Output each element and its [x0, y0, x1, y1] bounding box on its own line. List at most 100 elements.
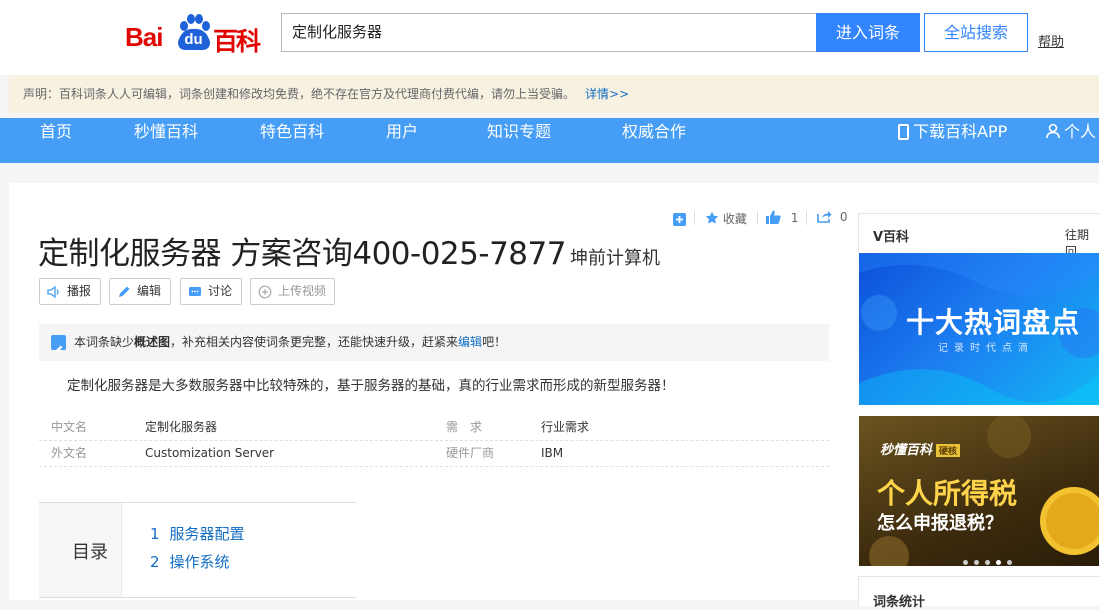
basic-info-row: 中文名 定制化服务器 需 求 行业需求 [39, 414, 829, 441]
edit-button[interactable]: 编辑 [109, 278, 171, 305]
tip-bold: 概述图 [134, 335, 171, 349]
tip-suffix: 吧！ [482, 335, 507, 349]
user-center-link[interactable]: 个人 [1046, 118, 1096, 142]
tip-prefix: 本词条缺少 [74, 335, 135, 349]
toc-text: 服务器配置 [169, 525, 245, 543]
banner-brand-text: 秒懂百科 [880, 443, 933, 458]
info-key: 硬件厂商 [446, 446, 495, 460]
enter-entry-button[interactable]: 进入词条 [816, 13, 920, 52]
banner-tag: 硬核 [936, 444, 961, 457]
info-value: Customization Server [145, 446, 275, 460]
logo-du-text: du [184, 31, 203, 48]
like-button[interactable]: 1 [766, 210, 798, 225]
banner-title: 个人所得税 [877, 477, 1018, 510]
share-icon [817, 211, 832, 223]
carousel-dot-active[interactable] [996, 560, 1001, 565]
broadcast-button[interactable]: 播报 [39, 278, 101, 305]
nav-item-users[interactable]: 用户 [386, 118, 418, 142]
discuss-label: 讨论 [208, 284, 233, 298]
discuss-button[interactable]: 讨论 [180, 278, 242, 305]
toc-label: 目录 [72, 542, 108, 563]
divider [694, 211, 695, 225]
edit-pen-icon [51, 335, 66, 353]
page-title: 定制化服务器 方案咨询400-025-7877 坤前计算机 [38, 228, 660, 273]
notice-bar: 声明：百科词条人人可编辑，词条创建和修改均免费，绝不存在官方及代理商付费代编，请… [9, 75, 1099, 113]
logo-bai-text: Bai [125, 22, 163, 52]
share-count: 0 [839, 210, 848, 224]
star-icon [705, 211, 719, 224]
nav-item-topics[interactable]: 知识专题 [487, 118, 551, 142]
edit-label: 编辑 [137, 284, 162, 298]
entry-stats-title: 词条统计 [873, 595, 926, 610]
entry-summary: 定制化服务器是大多数服务器中比较特殊的，基于服务器的基础，真的行业需求而形成的新… [67, 378, 675, 394]
search-input[interactable]: 定制化服务器 [281, 13, 817, 52]
nav-item-featured[interactable]: 特色百科 [260, 118, 324, 142]
divider [806, 211, 807, 225]
speaker-icon [47, 285, 59, 299]
table-of-contents: 目录 1 服务器配置 2 操作系统 [39, 502, 356, 598]
plus-circle-icon [258, 285, 272, 299]
banner-brand: 秒懂百科 硬核 [880, 439, 961, 458]
nav-item-miaodong[interactable]: 秒懂百科 [134, 118, 198, 142]
tip-edit-link[interactable]: 编辑 [458, 335, 482, 349]
tip-middle: ，补充相关内容使词条更完整，还能快速升级，赶紧来 [170, 335, 459, 349]
favorite-label: 收藏 [722, 212, 747, 226]
notice-message: 声明：百科词条人人可编辑，词条创建和修改均免费，绝不存在官方及代理商付费代编，请… [23, 87, 576, 101]
toc-number: 2 [150, 553, 160, 571]
share-button[interactable]: 0 [817, 210, 847, 224]
entry-stats-header: 词条统计 [858, 576, 1099, 610]
info-value: IBM [541, 446, 564, 460]
hot-words-banner[interactable]: 十大热词盘点 记录时代点滴 [859, 253, 1099, 405]
banner-subtitle: 记录时代点滴 [938, 343, 1034, 354]
basic-info-row: 外文名 Customization Server 硬件厂商 IBM [39, 440, 829, 467]
baidu-baike-logo[interactable]: Bai du 百科 [125, 8, 265, 56]
phone-icon [898, 124, 909, 140]
banner-subtitle: 怎么申报退税？ [877, 513, 1003, 534]
banner-title: 十大热词盘点 [906, 306, 1081, 339]
user-icon [1046, 123, 1060, 139]
info-value: 行业需求 [541, 420, 590, 434]
edit-tip-text: 本词条缺少概述图，补充相关内容使词条更完整，还能快速升级，赶紧来编辑吧！ [74, 324, 506, 361]
info-key: 外文名 [51, 446, 88, 460]
logo-baike-text: 百科 [213, 27, 261, 56]
help-link[interactable]: 帮助 [1038, 31, 1064, 50]
user-center-label: 个人 [1064, 122, 1097, 141]
notice-more-link[interactable]: 详情>> [585, 87, 629, 101]
info-key: 中文名 [51, 420, 88, 434]
carousel-dot[interactable] [985, 560, 990, 565]
pencil-icon [119, 286, 130, 297]
header: Bai du 百科 定制化服务器 进入词条 全站搜索 帮助 [0, 0, 1099, 75]
divider [757, 211, 758, 225]
download-app-label: 下载百科APP [913, 122, 1008, 141]
download-app-link[interactable]: 下载百科APP [898, 118, 1007, 142]
toc-number: 1 [150, 525, 160, 543]
broadcast-label: 播报 [67, 284, 92, 298]
like-count: 1 [790, 211, 799, 225]
toc-entry[interactable]: 2 操作系统 [150, 551, 230, 572]
favorite-button[interactable]: 收藏 [705, 210, 747, 227]
toc-text: 操作系统 [169, 553, 230, 571]
site-search-button[interactable]: 全站搜索 [924, 13, 1028, 52]
vbaike-header: V百科 往期回 [858, 213, 1099, 259]
carousel-dot[interactable] [963, 560, 968, 565]
vbaike-title: V百科 [873, 230, 910, 245]
add-icon[interactable] [673, 213, 686, 226]
thumbs-up-icon [766, 210, 781, 224]
toc-entry[interactable]: 1 服务器配置 [150, 523, 245, 544]
toc-label-box: 目录 [39, 503, 122, 597]
info-key: 需 求 [446, 420, 483, 434]
carousel-dot[interactable] [1007, 560, 1012, 565]
upload-video-label: 上传视频 [278, 284, 327, 298]
entry-subtitle: 坤前计算机 [569, 248, 660, 269]
upload-video-button[interactable]: 上传视频 [250, 278, 335, 305]
main-nav: 首页 秒懂百科 特色百科 用户 知识专题 权威合作 下载百科APP 个人 [0, 118, 1099, 163]
carousel-dot[interactable] [974, 560, 979, 565]
entry-title: 定制化服务器 方案咨询400-025-7877 [38, 236, 566, 272]
info-value: 定制化服务器 [145, 420, 218, 434]
nav-item-home[interactable]: 首页 [40, 118, 72, 142]
carousel-dots [963, 550, 1018, 566]
edit-tip-bar: 本词条缺少概述图，补充相关内容使词条更完整，还能快速升级，赶紧来编辑吧！ [39, 324, 829, 361]
nav-item-authority[interactable]: 权威合作 [622, 118, 686, 142]
notice-text: 声明：百科词条人人可编辑，词条创建和修改均免费，绝不存在官方及代理商付费代编，请… [23, 75, 629, 113]
income-tax-banner[interactable]: 秒懂百科 硬核 个人所得税 怎么申报退税？ [859, 416, 1099, 566]
